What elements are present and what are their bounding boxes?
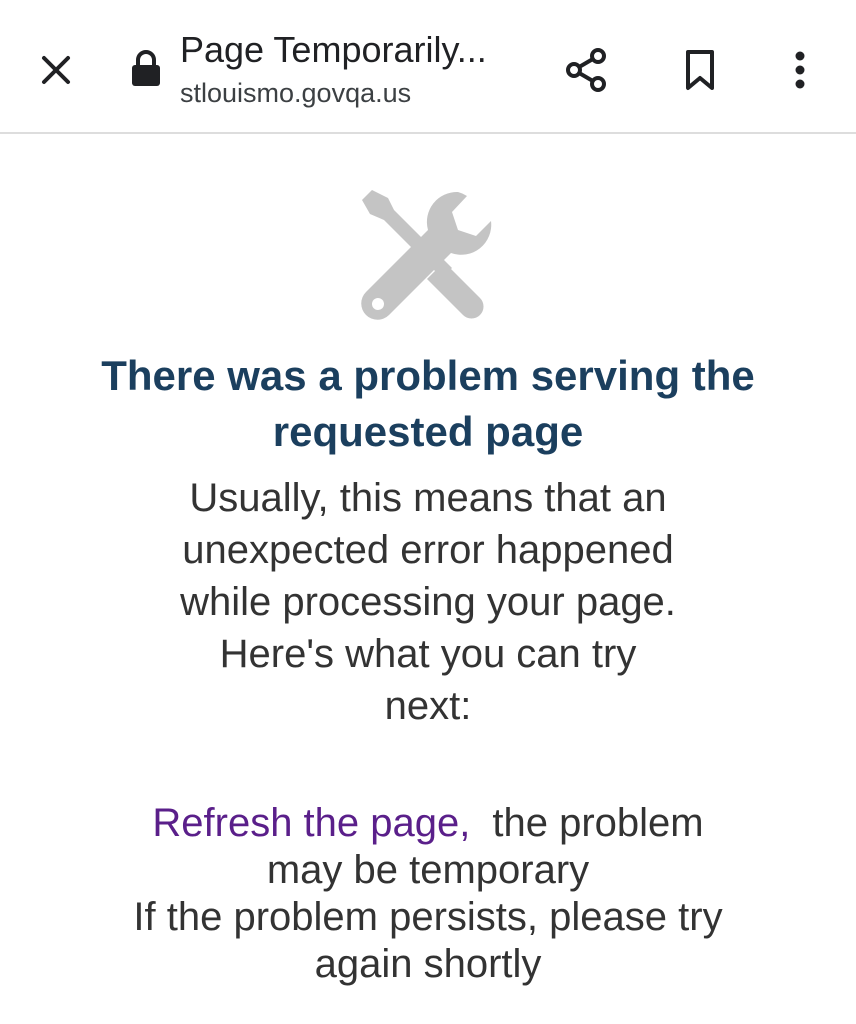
error-heading: There was a problem serving the requeste… [101, 352, 755, 455]
close-button[interactable] [26, 40, 86, 100]
more-vert-icon [795, 51, 805, 89]
bookmark-button[interactable] [668, 38, 732, 102]
close-icon [42, 56, 70, 84]
page-title: Page Temporarily... [180, 29, 487, 70]
page-info[interactable]: Page Temporarily... stlouismo.govqa.us [180, 28, 540, 112]
page-url: stlouismo.govqa.us [180, 78, 412, 108]
lock-icon [132, 50, 160, 86]
share-icon [566, 48, 606, 92]
bookmark-icon [686, 50, 714, 90]
error-description: Usually, this means that an unexpected e… [180, 476, 676, 728]
refresh-page-link[interactable]: Refresh the page, [152, 801, 470, 845]
wrench-screwdriver-icon [361, 190, 492, 320]
browser-toolbar: Page Temporarily... stlouismo.govqa.us [0, 0, 856, 134]
next-steps: Refresh the page, the problem may be temp… [118, 800, 738, 988]
share-button[interactable] [554, 38, 618, 102]
persist-text: If the problem persists, please try agai… [133, 895, 723, 986]
more-menu-button[interactable] [770, 38, 830, 102]
